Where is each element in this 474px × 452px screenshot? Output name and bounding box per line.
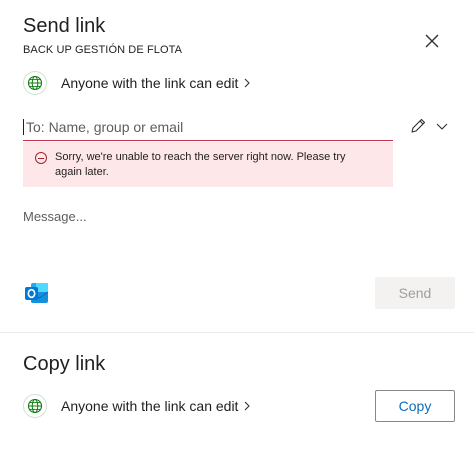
text-caret: [23, 119, 24, 135]
recipient-field[interactable]: [23, 114, 393, 141]
copy-button[interactable]: Copy: [375, 390, 455, 422]
globe-icon: [23, 394, 47, 418]
chevron-right-icon: [243, 78, 251, 88]
error-banner: Sorry, we're unable to reach the server …: [23, 142, 393, 187]
item-name: BACK UP GESTIÓN DE FLOTA: [23, 44, 183, 56]
error-message: Sorry, we're unable to reach the server …: [55, 151, 346, 178]
pencil-icon: [411, 118, 426, 133]
close-icon: [425, 34, 439, 48]
copy-link-title: Copy link: [23, 353, 106, 375]
send-permission-link[interactable]: Anyone with the link can edit: [23, 71, 251, 95]
chevron-right-icon: [243, 401, 251, 411]
outlook-icon: [25, 283, 49, 303]
error-circle-icon: [35, 152, 47, 164]
copy-permission-label: Anyone with the link can edit: [61, 398, 239, 414]
send-button[interactable]: Send: [375, 277, 455, 309]
chevron-down-icon: [436, 123, 448, 130]
close-button[interactable]: [420, 29, 444, 53]
message-input[interactable]: [23, 205, 443, 227]
recipient-input[interactable]: [26, 119, 366, 135]
outlook-button[interactable]: [22, 278, 52, 308]
globe-icon: [23, 71, 47, 95]
send-permission-label: Anyone with the link can edit: [61, 75, 239, 91]
send-link-title: Send link: [23, 15, 106, 37]
permission-dropdown[interactable]: [408, 115, 450, 137]
section-divider: [0, 332, 474, 333]
copy-permission-link[interactable]: Anyone with the link can edit: [23, 394, 251, 418]
